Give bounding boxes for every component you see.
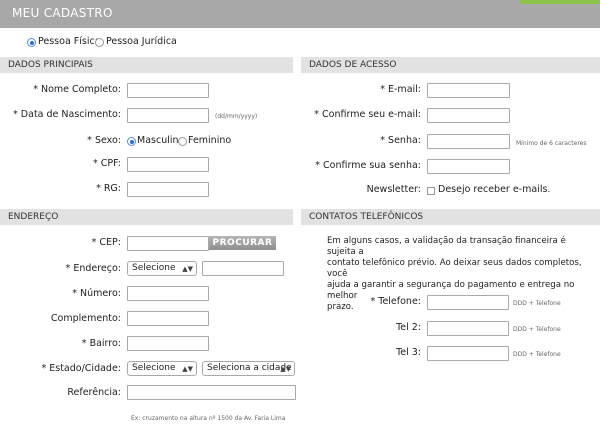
estado-cidade-label: * Estado/Cidade: — [41, 363, 121, 374]
referencia-input[interactable] — [127, 385, 296, 400]
senha-input[interactable] — [427, 134, 510, 149]
sexo-masculino-radio[interactable] — [127, 137, 136, 146]
section-dados-principais: DADOS PRINCIPAIS — [0, 57, 293, 73]
confirm-email-input[interactable] — [427, 108, 510, 123]
page-title: MEU CADASTRO — [12, 6, 113, 20]
section-contatos: CONTATOS TELEFÔNICOS — [301, 209, 600, 225]
tel2-input[interactable] — [427, 321, 509, 336]
confirm-senha-input[interactable] — [427, 159, 510, 174]
estado-value: Selecione — [132, 363, 176, 373]
newsletter-option-label[interactable]: Desejo receber e-mails. — [438, 184, 550, 195]
complemento-label: Complemento: — [50, 313, 121, 324]
senha-hint: Mínimo de 6 caracteres — [516, 140, 587, 147]
procurar-button[interactable]: PROCURAR — [209, 236, 276, 250]
cidade-value: Seleciona a cidade — [207, 363, 292, 373]
tel3-label: Tel 3: — [396, 347, 421, 358]
endereco-type-select[interactable]: Selecione ▲▼ — [127, 261, 197, 276]
pessoa-juridica-label[interactable]: Pessoa Jurídica — [106, 36, 177, 47]
endereco-label: * Endereço: — [65, 263, 121, 274]
select-arrow-icon: ▲▼ — [182, 365, 193, 373]
numero-label: * Número: — [72, 288, 121, 299]
title-accent — [520, 0, 600, 4]
nome-label: * Nome Completo: — [33, 84, 121, 95]
referencia-label: Referência: — [67, 387, 121, 398]
pessoa-fisica-radio[interactable] — [27, 38, 36, 47]
pessoa-fisica-label[interactable]: Pessoa Física — [38, 36, 101, 47]
referencia-hint: Ex: cruzamento na altura nº 1500 da Av. … — [131, 415, 286, 422]
confirm-email-label: * Confirme seu e-mail: — [314, 109, 421, 120]
telefone-input[interactable] — [427, 295, 509, 310]
info-line: Em alguns casos, a validação da transaçã… — [327, 236, 566, 257]
section-dados-acesso: DADOS DE ACESSO — [301, 57, 600, 73]
cep-label: * CEP: — [91, 237, 121, 248]
nascimento-hint: (dd/mm/yyyy) — [215, 113, 258, 120]
tel2-label: Tel 2: — [396, 322, 421, 333]
email-label: * E-mail: — [380, 84, 421, 95]
nome-input[interactable] — [127, 83, 209, 98]
tel3-hint: DDD + Telefone — [513, 351, 561, 358]
email-input[interactable] — [427, 83, 510, 98]
senha-label: * Senha: — [380, 135, 421, 146]
endereco-input[interactable] — [202, 261, 284, 276]
numero-input[interactable] — [127, 286, 209, 301]
tel3-input[interactable] — [427, 346, 509, 361]
newsletter-label: Newsletter: — [366, 184, 421, 195]
select-arrow-icon: ▲▼ — [182, 265, 193, 273]
bairro-label: * Bairro: — [81, 338, 121, 349]
cidade-select[interactable]: Seleciona a cidade ▲▼ — [202, 361, 295, 376]
rg-input[interactable] — [127, 182, 209, 197]
sexo-feminino-label[interactable]: Feminino — [188, 135, 231, 146]
nascimento-label: * Data de Nascimento: — [13, 109, 121, 120]
nascimento-input[interactable] — [127, 108, 209, 123]
rg-label: * RG: — [96, 183, 121, 194]
section-endereco: ENDEREÇO — [0, 209, 293, 225]
confirm-senha-label: * Confirme sua senha: — [315, 160, 421, 171]
pessoa-juridica-radio[interactable] — [95, 38, 104, 47]
bairro-input[interactable] — [127, 336, 209, 351]
telefone-label: * Telefone: — [370, 296, 421, 307]
cep-input[interactable] — [127, 236, 209, 251]
endereco-type-value: Selecione — [132, 263, 176, 273]
select-arrow-icon: ▲▼ — [280, 365, 291, 373]
sexo-feminino-radio[interactable] — [178, 137, 187, 146]
complemento-input[interactable] — [127, 311, 209, 326]
sexo-label: * Sexo: — [87, 135, 121, 146]
cpf-input[interactable] — [127, 157, 209, 172]
cpf-label: * CPF: — [92, 158, 121, 169]
newsletter-checkbox[interactable] — [427, 187, 435, 195]
info-line: contato telefônico prévio. Ao deixar seu… — [327, 258, 582, 279]
estado-select[interactable]: Selecione ▲▼ — [127, 361, 197, 376]
tel2-hint: DDD + Telefone — [513, 326, 561, 333]
telefone-hint: DDD + Telefone — [513, 300, 561, 307]
